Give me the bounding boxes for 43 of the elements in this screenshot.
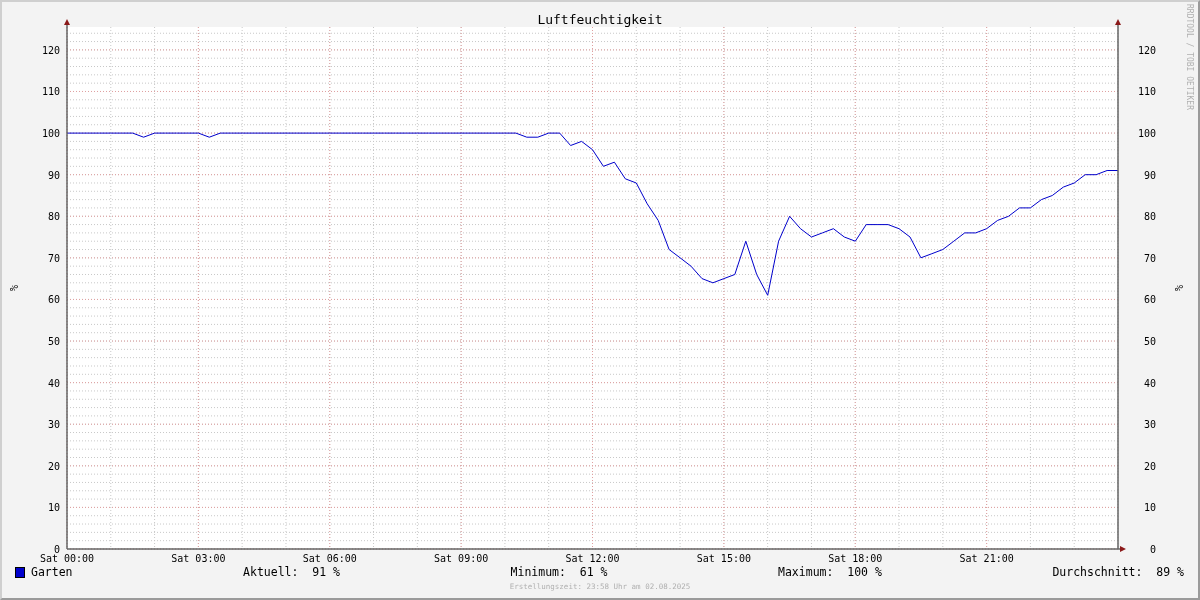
y-tick-label: 110 [41, 86, 60, 98]
y-tick-label: 50 [47, 336, 60, 348]
y-tick-label: 80 [47, 211, 60, 223]
x-tick-label: Sat 00:00 [39, 553, 95, 564]
y-tick-label: 120 [41, 44, 60, 56]
y-tick-label: 20 [47, 460, 60, 472]
x-tick-label: Sat 06:00 [302, 553, 357, 564]
y-tick-label: 40 [1143, 377, 1156, 389]
stat-text: Maximum: 100 % [778, 565, 882, 579]
y-tick-label: 30 [1143, 419, 1156, 431]
legend-label: Garten [31, 565, 73, 579]
y-tick-label: 30 [47, 419, 60, 431]
y-tick-label: 50 [1143, 336, 1156, 348]
y-tick-label: 40 [47, 377, 60, 389]
y-tick-label: 110 [1137, 86, 1156, 98]
y-tick-label: 0 [1149, 544, 1156, 555]
y-axis-label: % [1173, 285, 1184, 291]
y-tick-label: 10 [1143, 502, 1156, 514]
x-tick-label: Sat 15:00 [696, 553, 751, 564]
y-tick-label: 20 [1143, 460, 1156, 472]
x-tick-label: Sat 18:00 [828, 553, 883, 564]
y-tick-label: 70 [47, 252, 60, 264]
y-tick-label: 120 [1137, 44, 1156, 56]
y-tick-label: 10 [47, 502, 60, 514]
y-tick-label: 100 [41, 128, 60, 140]
stat-text: Durchschnitt: 89 % [1052, 565, 1184, 579]
y-tick-label: 80 [1143, 211, 1156, 223]
stat-text: Aktuell: 91 % [243, 565, 340, 579]
x-tick-label: Sat 03:00 [171, 553, 226, 564]
stat-text: Minimum: 61 % [510, 565, 608, 579]
y-tick-label: 70 [1143, 252, 1156, 264]
credit-text: RRDTOOL / TOBI OETIKER [1185, 4, 1194, 110]
x-tick-label: Sat 09:00 [434, 553, 489, 564]
y-tick-label: 60 [47, 294, 60, 306]
y-tick-label: 60 [1143, 294, 1156, 306]
y-tick-label: 100 [1137, 128, 1156, 140]
y-tick-label: 90 [1143, 169, 1156, 181]
y-tick-label: 0 [53, 544, 60, 555]
y-tick-label: 90 [47, 169, 60, 181]
chart-title: Luftfeuchtigkeit [537, 12, 663, 27]
x-tick-label: Sat 12:00 [565, 553, 620, 564]
x-tick-label: Sat 21:00 [959, 553, 1014, 564]
y-axis-label: % [8, 285, 19, 291]
